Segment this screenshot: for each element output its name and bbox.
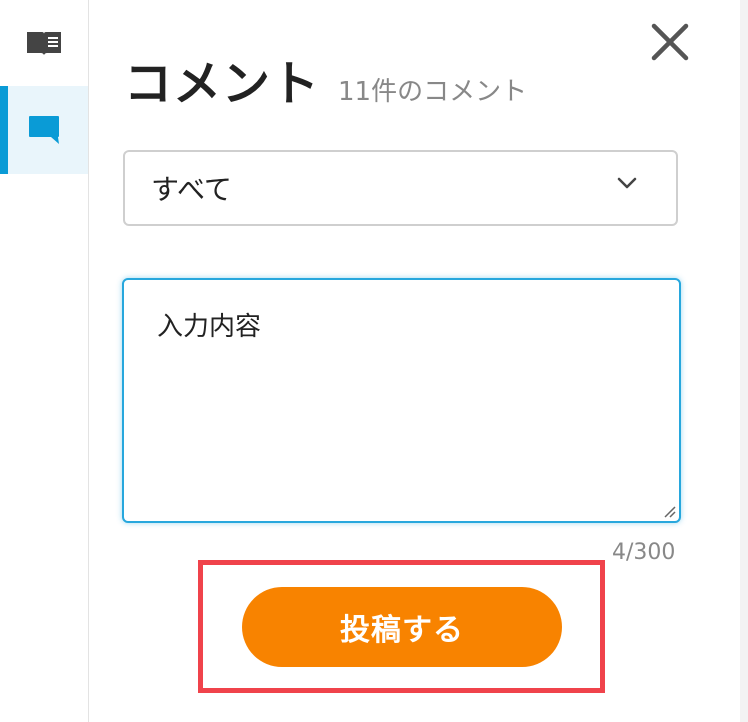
scrollbar[interactable] [740, 0, 748, 722]
comment-icon [29, 116, 59, 144]
book-icon [27, 32, 61, 55]
close-button[interactable] [648, 20, 692, 64]
header: コメント 11件のコメント [124, 54, 527, 122]
submit-button-label: 投稿する [340, 614, 464, 647]
page-title: コメント [124, 56, 321, 112]
active-indicator [0, 86, 8, 174]
resize-handle-icon[interactable] [662, 504, 676, 518]
comment-textarea-value: 入力内容 [157, 312, 262, 342]
sidebar-item-book[interactable] [0, 0, 88, 86]
sidebar [0, 0, 89, 722]
comment-count: 11件のコメント [338, 77, 528, 107]
sidebar-item-comments[interactable] [0, 86, 88, 174]
comment-textarea[interactable]: 入力内容 [122, 278, 681, 523]
filter-selected-value: すべて [151, 173, 232, 206]
close-icon [651, 23, 689, 61]
filter-select[interactable]: すべて [123, 150, 678, 226]
char-count: 4/300 [612, 540, 676, 565]
chevron-down-icon [617, 177, 637, 189]
submit-button[interactable]: 投稿する [242, 587, 562, 667]
